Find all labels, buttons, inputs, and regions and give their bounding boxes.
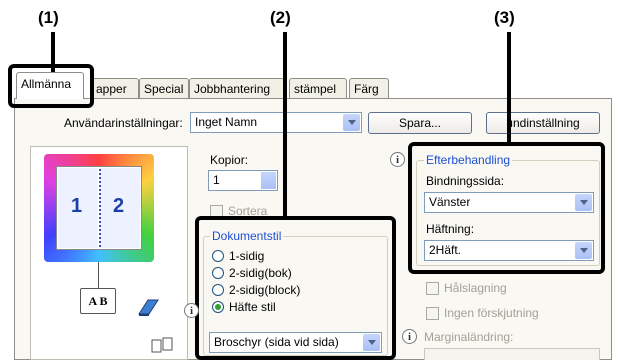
- copies-value: 1: [213, 173, 220, 187]
- user-settings-select[interactable]: Inget Namn: [190, 112, 362, 133]
- multi-page-icon: [150, 336, 178, 361]
- booklet-value: Broschyr (sida vid sida): [214, 335, 339, 349]
- binding-value: Vänster: [429, 195, 471, 209]
- tab-color[interactable]: Färg: [349, 78, 389, 98]
- booklet-select[interactable]: Broschyr (sida vid sida): [209, 332, 382, 353]
- chevron-down-icon: [575, 242, 592, 259]
- highlight-general-tab: [8, 64, 94, 108]
- radio-1-sided[interactable]: [212, 250, 224, 262]
- user-settings-label: Användarinställningar:: [64, 116, 183, 130]
- radio-1-sided-label: 1-sidig: [229, 249, 265, 263]
- finishing-title: Efterbehandling: [424, 153, 513, 167]
- callout-2-line: [283, 32, 287, 216]
- punch-label: Hålslagning: [444, 281, 507, 295]
- tab-job-handling[interactable]: Jobbhantering: [189, 78, 285, 98]
- info-icon[interactable]: i: [390, 152, 405, 167]
- no-offset-checkbox[interactable]: [426, 307, 439, 320]
- chevron-down-icon: [575, 194, 592, 211]
- staple-label: Häftning:: [426, 222, 475, 236]
- info-icon[interactable]: i: [402, 329, 417, 344]
- margin-shift-label: Marginaländring:: [424, 330, 514, 344]
- spin-icon: [261, 172, 276, 189]
- callout-2: (2): [270, 8, 291, 27]
- no-offset-label: Ingen förskjutning: [444, 306, 539, 320]
- radio-2-sided-tablet[interactable]: [212, 284, 224, 296]
- radio-booklet[interactable]: [212, 301, 224, 313]
- document-style-title: Dokumentstil: [210, 229, 284, 243]
- callout-3: (3): [494, 8, 515, 27]
- radio-booklet-label: Häfte stil: [229, 300, 276, 314]
- binding-label: Bindningssida:: [426, 174, 505, 188]
- info-icon[interactable]: i: [184, 303, 199, 318]
- preview-sheet: 1 2: [56, 166, 142, 250]
- staple-value: 2Häft.: [429, 243, 462, 257]
- chevron-down-icon: [343, 114, 360, 131]
- tab-paper[interactable]: apper: [91, 78, 139, 98]
- default-settings-button[interactable]: undinställning: [486, 112, 600, 134]
- copies-stepper[interactable]: 1: [208, 170, 278, 191]
- staple-select[interactable]: 2Häft.: [424, 240, 594, 261]
- preview-page-2: 2: [113, 195, 125, 217]
- margin-shift-select[interactable]: [424, 348, 600, 360]
- callout-3-line: [507, 32, 511, 142]
- punch-checkbox[interactable]: [426, 282, 439, 295]
- binding-select[interactable]: Vänster: [424, 192, 594, 213]
- booklet-icon: [136, 296, 160, 321]
- save-button[interactable]: Spara...: [368, 112, 472, 134]
- chevron-down-icon: [363, 334, 380, 351]
- radio-2-sided-book[interactable]: [212, 267, 224, 279]
- radio-2-sided-book-label: 2-sidig(bok): [229, 266, 292, 280]
- preview-page-1: 1: [71, 195, 83, 217]
- copies-label: Kopior:: [210, 153, 249, 167]
- callout-1: (1): [38, 8, 59, 27]
- book-label: A B: [88, 294, 108, 308]
- tab-stamp[interactable]: stämpel: [289, 78, 347, 98]
- radio-2-sided-tablet-label: 2-sidig(block): [229, 283, 301, 297]
- tab-special[interactable]: Special: [139, 78, 189, 98]
- book-icon: A B: [80, 288, 116, 314]
- user-settings-value: Inget Namn: [195, 115, 258, 129]
